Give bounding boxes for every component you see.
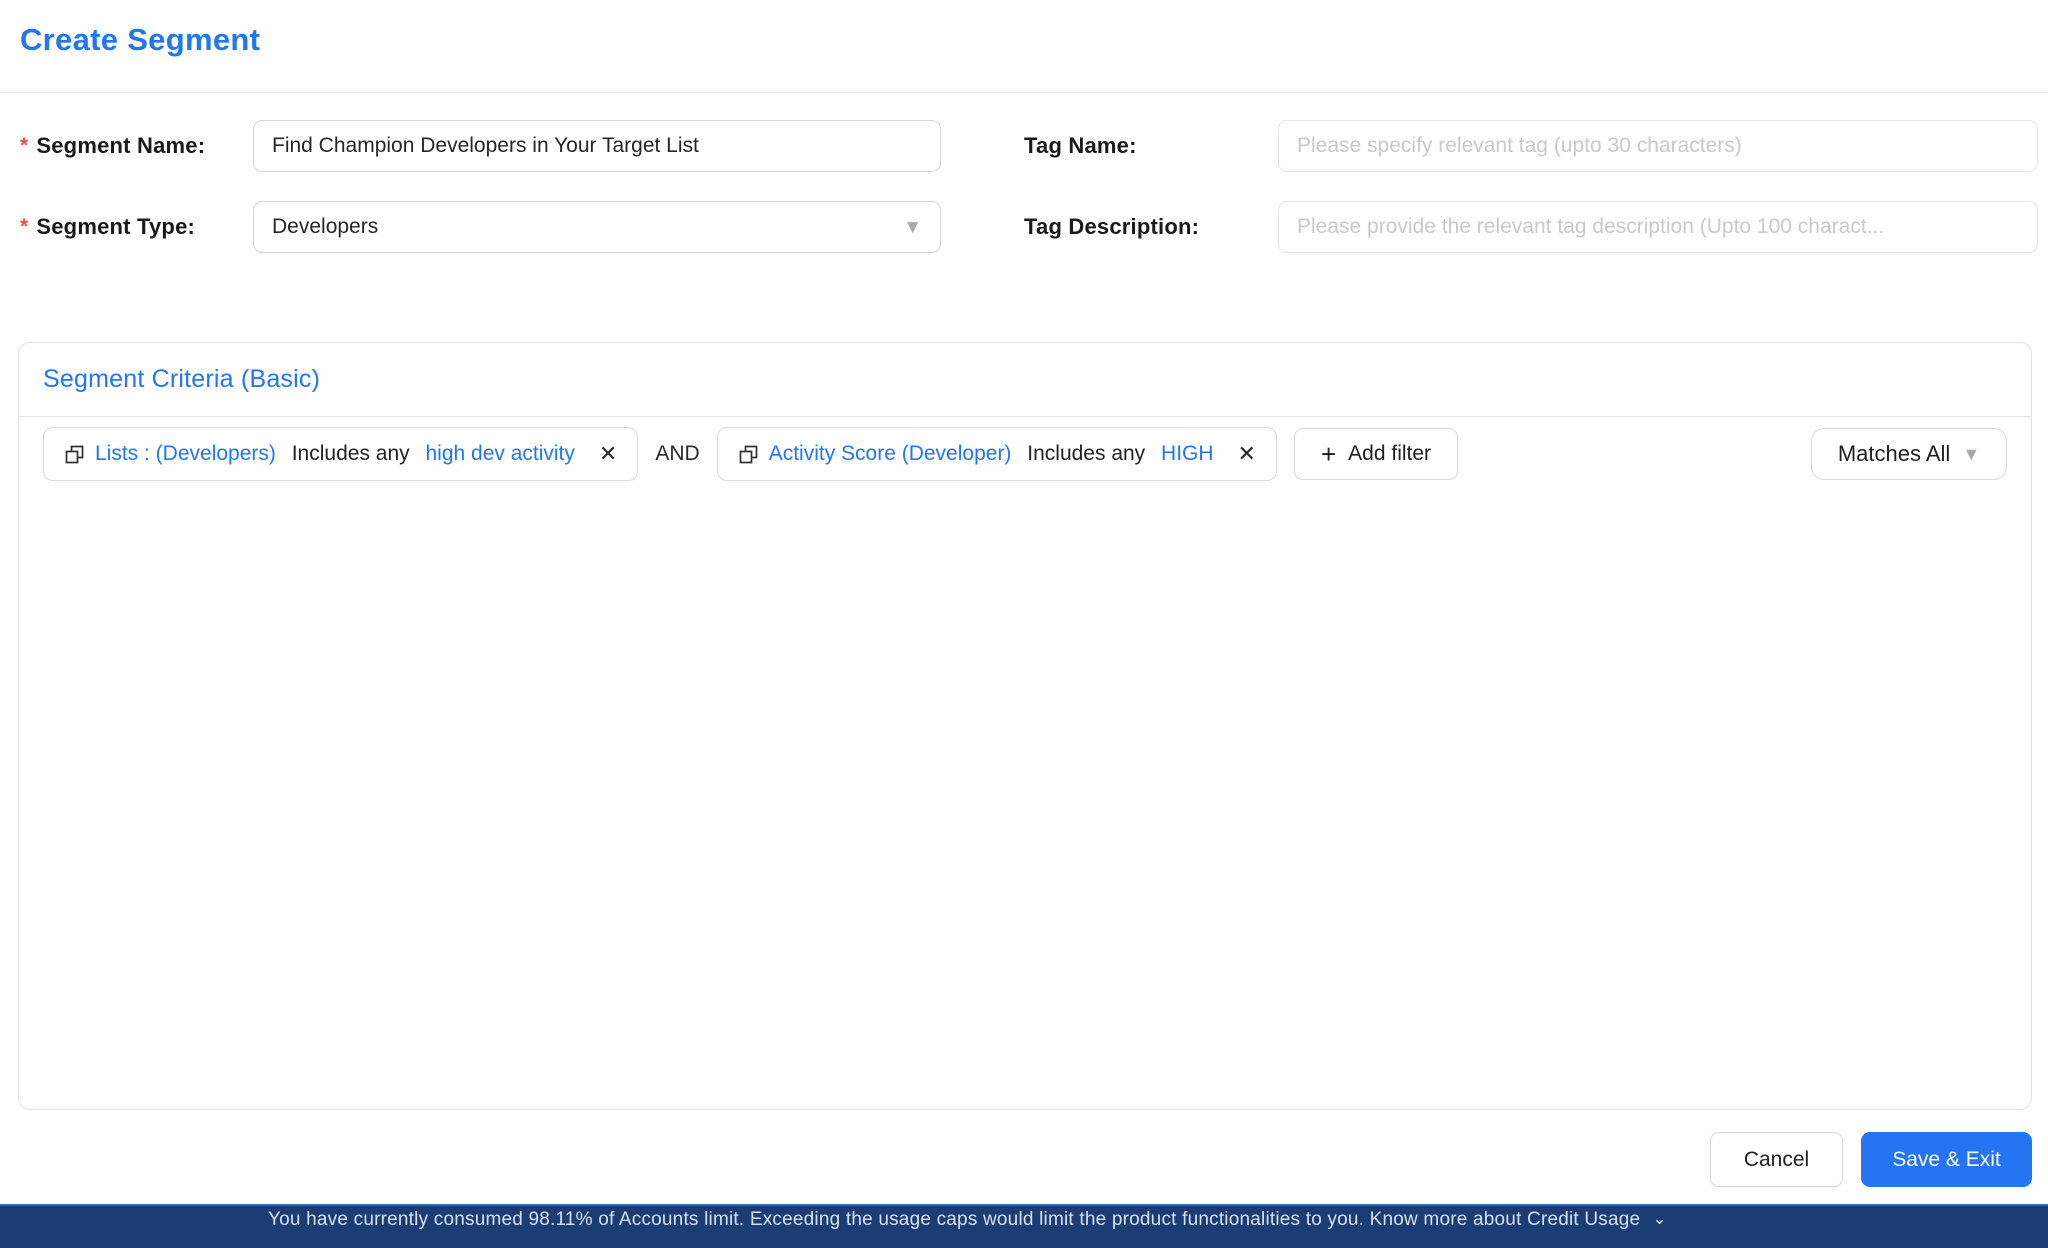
tag-description-label-text: Tag Description: — [1024, 214, 1200, 239]
close-icon[interactable]: ✕ — [1238, 443, 1256, 465]
filter-operator: Includes any — [285, 442, 416, 465]
filter-value[interactable]: HIGH — [1161, 442, 1214, 466]
filter-value[interactable]: high dev activity — [425, 442, 574, 466]
filter-field[interactable]: Activity Score (Developer) — [769, 442, 1012, 466]
cancel-button[interactable]: Cancel — [1710, 1132, 1843, 1187]
segment-criteria-title: Segment Criteria (Basic) — [19, 343, 2031, 417]
tag-description-input[interactable] — [1278, 201, 2038, 253]
criteria-filter-row: Lists : (Developers) Includes any high d… — [19, 417, 2031, 481]
filter-operator: Includes any — [1021, 442, 1152, 465]
tag-name-label: Tag Name: — [1024, 120, 1137, 172]
header-divider — [0, 92, 2048, 93]
segment-type-label: * Segment Type: — [20, 201, 195, 253]
segment-name-label: * Segment Name: — [20, 120, 205, 172]
tag-description-label: Tag Description: — [1024, 201, 1199, 253]
filter-connector: AND — [655, 442, 700, 465]
segment-criteria-panel: Segment Criteria (Basic) Lists : (Develo… — [18, 342, 2032, 1110]
segment-name-label-text: Segment Name: — [36, 133, 206, 158]
save-exit-button[interactable]: Save & Exit — [1861, 1132, 2032, 1187]
segment-name-input[interactable] — [253, 120, 941, 172]
add-filter-button[interactable]: + Add filter — [1293, 428, 1459, 480]
caret-down-icon: ▼ — [1962, 444, 1981, 464]
chevron-down-icon[interactable]: ⌄ — [1652, 1209, 1666, 1229]
credit-usage-banner[interactable]: You have currently consumed 98.11% of Ac… — [0, 1204, 2048, 1248]
segment-type-value: Developers — [272, 215, 379, 238]
segment-filter-icon — [64, 444, 85, 465]
segment-type-select[interactable]: Developers ▼ — [253, 201, 941, 253]
required-asterisk: * — [20, 215, 29, 238]
filter-chip-lists[interactable]: Lists : (Developers) Includes any high d… — [43, 427, 639, 481]
match-mode-select[interactable]: Matches All ▼ — [1811, 428, 2007, 480]
close-icon[interactable]: ✕ — [599, 443, 617, 465]
filter-field[interactable]: Lists : (Developers) — [95, 442, 276, 466]
caret-down-icon: ▼ — [903, 216, 922, 238]
match-mode-value: Matches All — [1837, 441, 1951, 466]
segment-filter-icon — [738, 444, 759, 465]
segment-type-label-text: Segment Type: — [36, 214, 196, 239]
tag-name-input[interactable] — [1278, 120, 2038, 172]
plus-icon: + — [1320, 439, 1337, 469]
tag-name-label-text: Tag Name: — [1024, 133, 1137, 158]
filter-chip-activity-score[interactable]: Activity Score (Developer) Includes any … — [716, 427, 1277, 481]
required-asterisk: * — [20, 134, 29, 157]
add-filter-label: Add filter — [1348, 442, 1432, 465]
credit-usage-text: You have currently consumed 98.11% of Ac… — [268, 1209, 1641, 1230]
page-title: Create Segment — [20, 22, 261, 57]
